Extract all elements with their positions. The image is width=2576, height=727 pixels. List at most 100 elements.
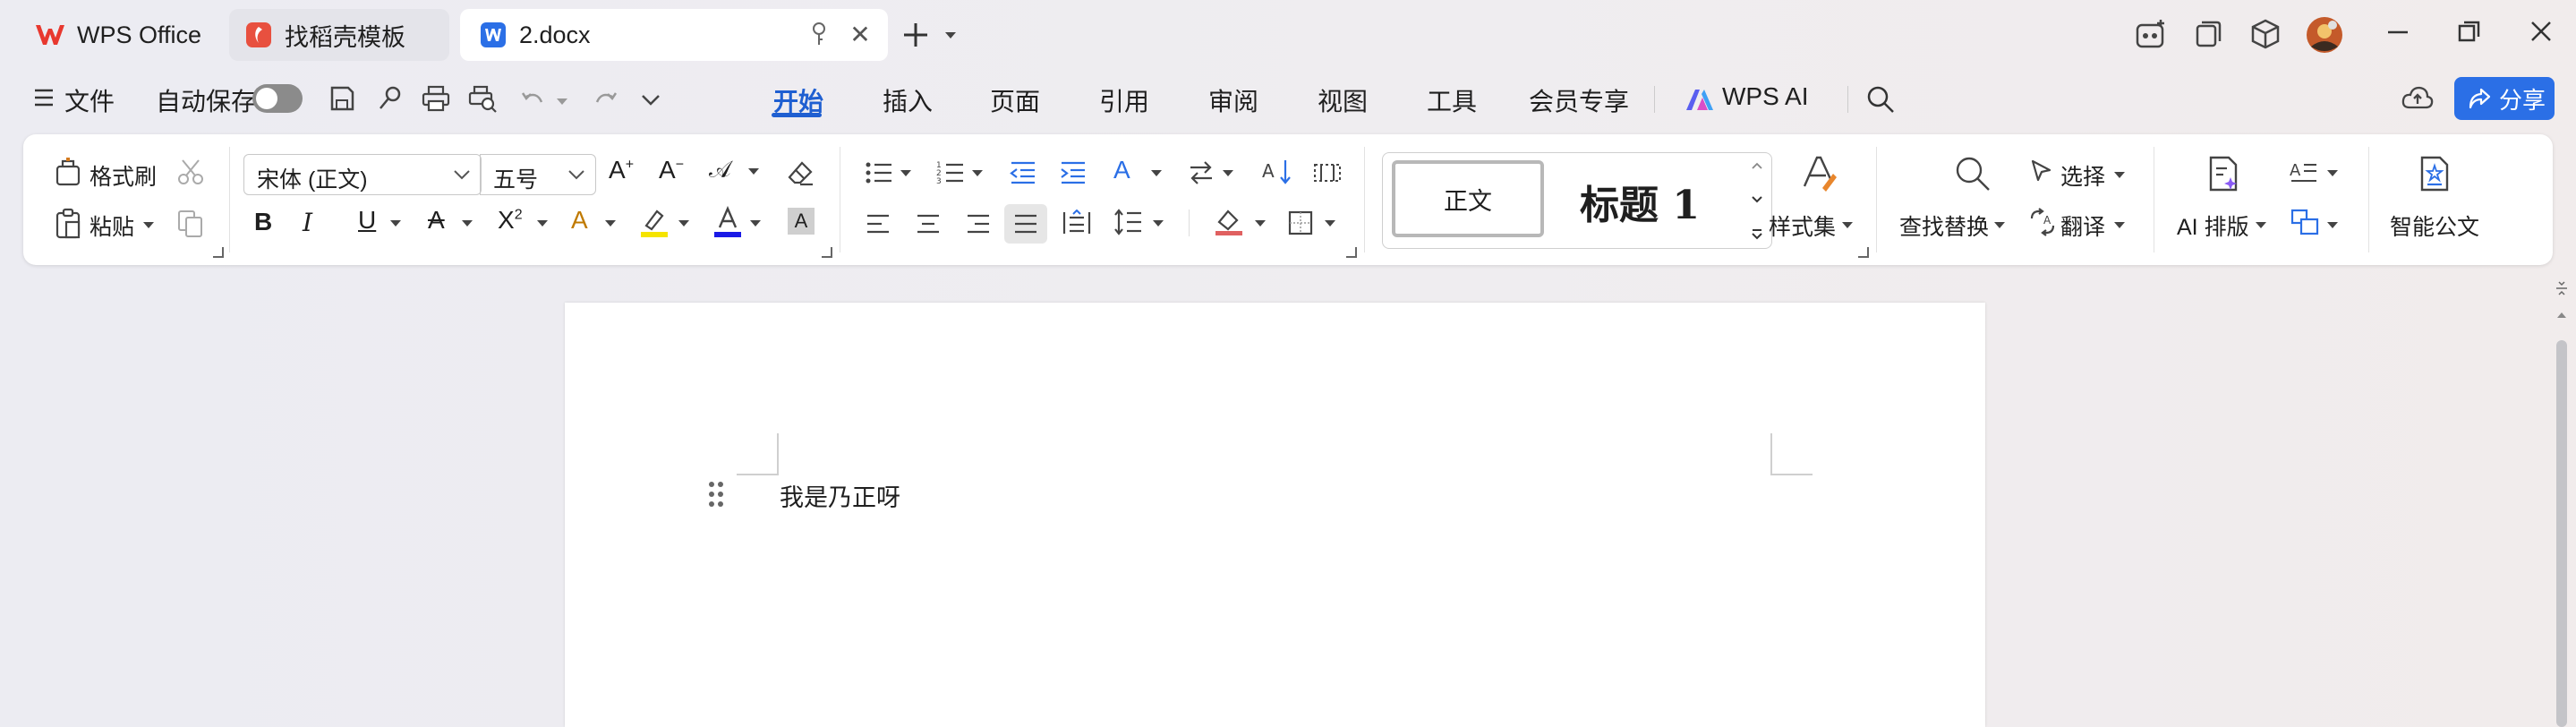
file-menu[interactable]: 文件 [64,82,115,118]
translate-chevron-down-icon[interactable] [2114,222,2125,228]
phonetic-chevron-down-icon[interactable] [748,168,759,175]
print-preview-icon[interactable] [467,84,498,113]
text-direction-icon[interactable]: A [1113,156,1130,184]
find-replace-button[interactable]: 查找替换 [1899,210,1989,242]
underline-icon[interactable]: U [358,206,376,235]
text-layout-chevron-down-icon[interactable] [2327,170,2338,176]
underline-chevron-down-icon[interactable] [390,220,401,227]
gallery-more-icon[interactable] [1750,228,1764,241]
tab-page[interactable]: 页面 [990,82,1040,118]
pin-icon[interactable] [806,20,832,50]
character-shading-icon[interactable]: A [788,208,815,235]
font-color-chevron-down-icon[interactable] [750,220,761,227]
tab-document[interactable]: 2.docx ✕ [460,9,888,61]
bullet-list-icon[interactable] [865,159,895,186]
strikethrough-icon[interactable]: A [428,206,445,235]
line-spacing-chevron-down-icon[interactable] [1153,220,1164,227]
align-right-icon[interactable] [965,211,992,236]
paragraph-shading-chevron-down-icon[interactable] [1255,220,1266,227]
bullet-list-chevron-down-icon[interactable] [900,170,911,176]
font-expand-icon[interactable] [822,247,832,258]
justify-button[interactable] [1004,204,1047,244]
ai-layout-button[interactable]: AI 排版 [2177,210,2249,242]
select-button[interactable]: 选择 [2060,159,2105,192]
tab-view[interactable]: 视图 [1318,82,1368,118]
font-name-select[interactable]: 宋体 (正文) [243,154,482,195]
paragraph-shading-icon[interactable] [1214,206,1244,236]
style-set-button[interactable]: 样式集 [1769,210,1836,242]
style-normal[interactable]: 正文 [1392,160,1544,237]
decrease-font-icon[interactable]: A− [659,156,684,184]
tab-insert[interactable]: 插入 [883,82,933,118]
font-size-select[interactable]: 五号 [480,154,596,195]
increase-font-icon[interactable]: A+ [609,156,634,184]
select-chevron-down-icon[interactable] [2114,172,2125,178]
ai-layout-chevron-down-icon[interactable] [2256,222,2266,228]
paragraph-expand-icon[interactable] [1346,247,1357,258]
close-window-icon[interactable] [2528,18,2555,45]
highlight-chevron-down-icon[interactable] [678,220,689,227]
italic-icon[interactable]: I [303,208,312,237]
format-painter-button[interactable]: 格式刷 [90,159,157,192]
borders-chevron-down-icon[interactable] [1325,220,1335,227]
tab-wps-office[interactable]: WPS Office [23,9,211,61]
numbered-list-icon[interactable]: 123 [936,159,967,186]
show-hide-marks-icon[interactable] [1312,159,1343,186]
avatar[interactable] [2306,16,2343,54]
document-paragraph[interactable]: 我是乃正呀 [780,478,900,513]
borders-icon[interactable] [1287,210,1314,236]
close-tab-icon[interactable]: ✕ [847,21,874,48]
cube-icon[interactable] [2250,18,2281,50]
font-color-icon[interactable] [712,206,743,238]
sort-swap-chevron-down-icon[interactable] [1223,170,1233,176]
save-icon[interactable] [328,84,356,113]
shapes-arrange-icon[interactable] [2290,208,2320,236]
phonetic-guide-icon[interactable]: 𝒜 [709,156,731,184]
copy-icon[interactable] [175,208,206,238]
tab-tools[interactable]: 工具 [1427,82,1477,118]
text-effect-chevron-down-icon[interactable] [605,220,616,227]
superscript-chevron-down-icon[interactable] [537,220,548,227]
format-painter-quick-icon[interactable] [376,84,405,113]
search-icon[interactable] [1865,84,1896,115]
style-expand-icon[interactable] [1858,247,1869,258]
highlight-icon[interactable] [639,206,670,238]
minimize-icon[interactable] [2384,18,2411,45]
wps-ai-tab[interactable]: WPS AI [1722,82,1808,111]
undo-icon[interactable] [519,86,546,113]
decrease-indent-icon[interactable] [1008,159,1038,186]
menu-list-icon[interactable] [32,86,55,109]
sort-icon[interactable]: A [1262,158,1292,186]
gallery-scroll-up-icon[interactable] [1750,160,1764,171]
new-tab-plus-icon[interactable] [900,20,931,50]
tab-member[interactable]: 会员专享 [1529,82,1629,118]
text-layout-icon[interactable]: A [2290,159,2318,186]
shapes-arrange-chevron-down-icon[interactable] [2327,222,2338,228]
text-effect-icon[interactable]: A [571,206,588,235]
cloud-upload-icon[interactable] [2401,84,2435,113]
clear-format-eraser-icon[interactable] [786,158,816,188]
distribute-icon[interactable] [1062,210,1092,236]
vertical-scrollbar[interactable] [2555,279,2569,727]
smart-document-button[interactable]: 智能公文 [2390,210,2479,242]
style-heading-1[interactable]: 标题 1 [1580,173,1700,230]
scrollbar-thumb[interactable] [2556,340,2567,727]
screenshot-icon[interactable] [2134,18,2168,52]
tab-list-chevron-down-icon[interactable] [945,32,956,38]
scroll-up-arrow-icon[interactable] [2555,310,2569,321]
paste-chevron-down-icon[interactable] [143,222,154,228]
translate-button[interactable]: 翻译 [2060,210,2105,242]
sort-swap-icon[interactable] [1187,159,1215,186]
numbered-list-chevron-down-icon[interactable] [972,170,983,176]
document-page[interactable]: 我是乃正呀 [565,303,1985,727]
autosave-toggle[interactable] [252,84,303,113]
line-spacing-icon[interactable] [1113,208,1144,236]
align-left-icon[interactable] [865,211,891,236]
superscript-icon[interactable]: X2 [498,206,523,235]
align-center-icon[interactable] [915,211,942,236]
paste-button[interactable]: 粘贴 [90,210,134,242]
restore-icon[interactable] [2456,18,2483,45]
increase-indent-icon[interactable] [1058,159,1088,186]
bold-icon[interactable]: B [254,208,272,236]
undo-chevron-down-icon[interactable] [557,98,567,105]
